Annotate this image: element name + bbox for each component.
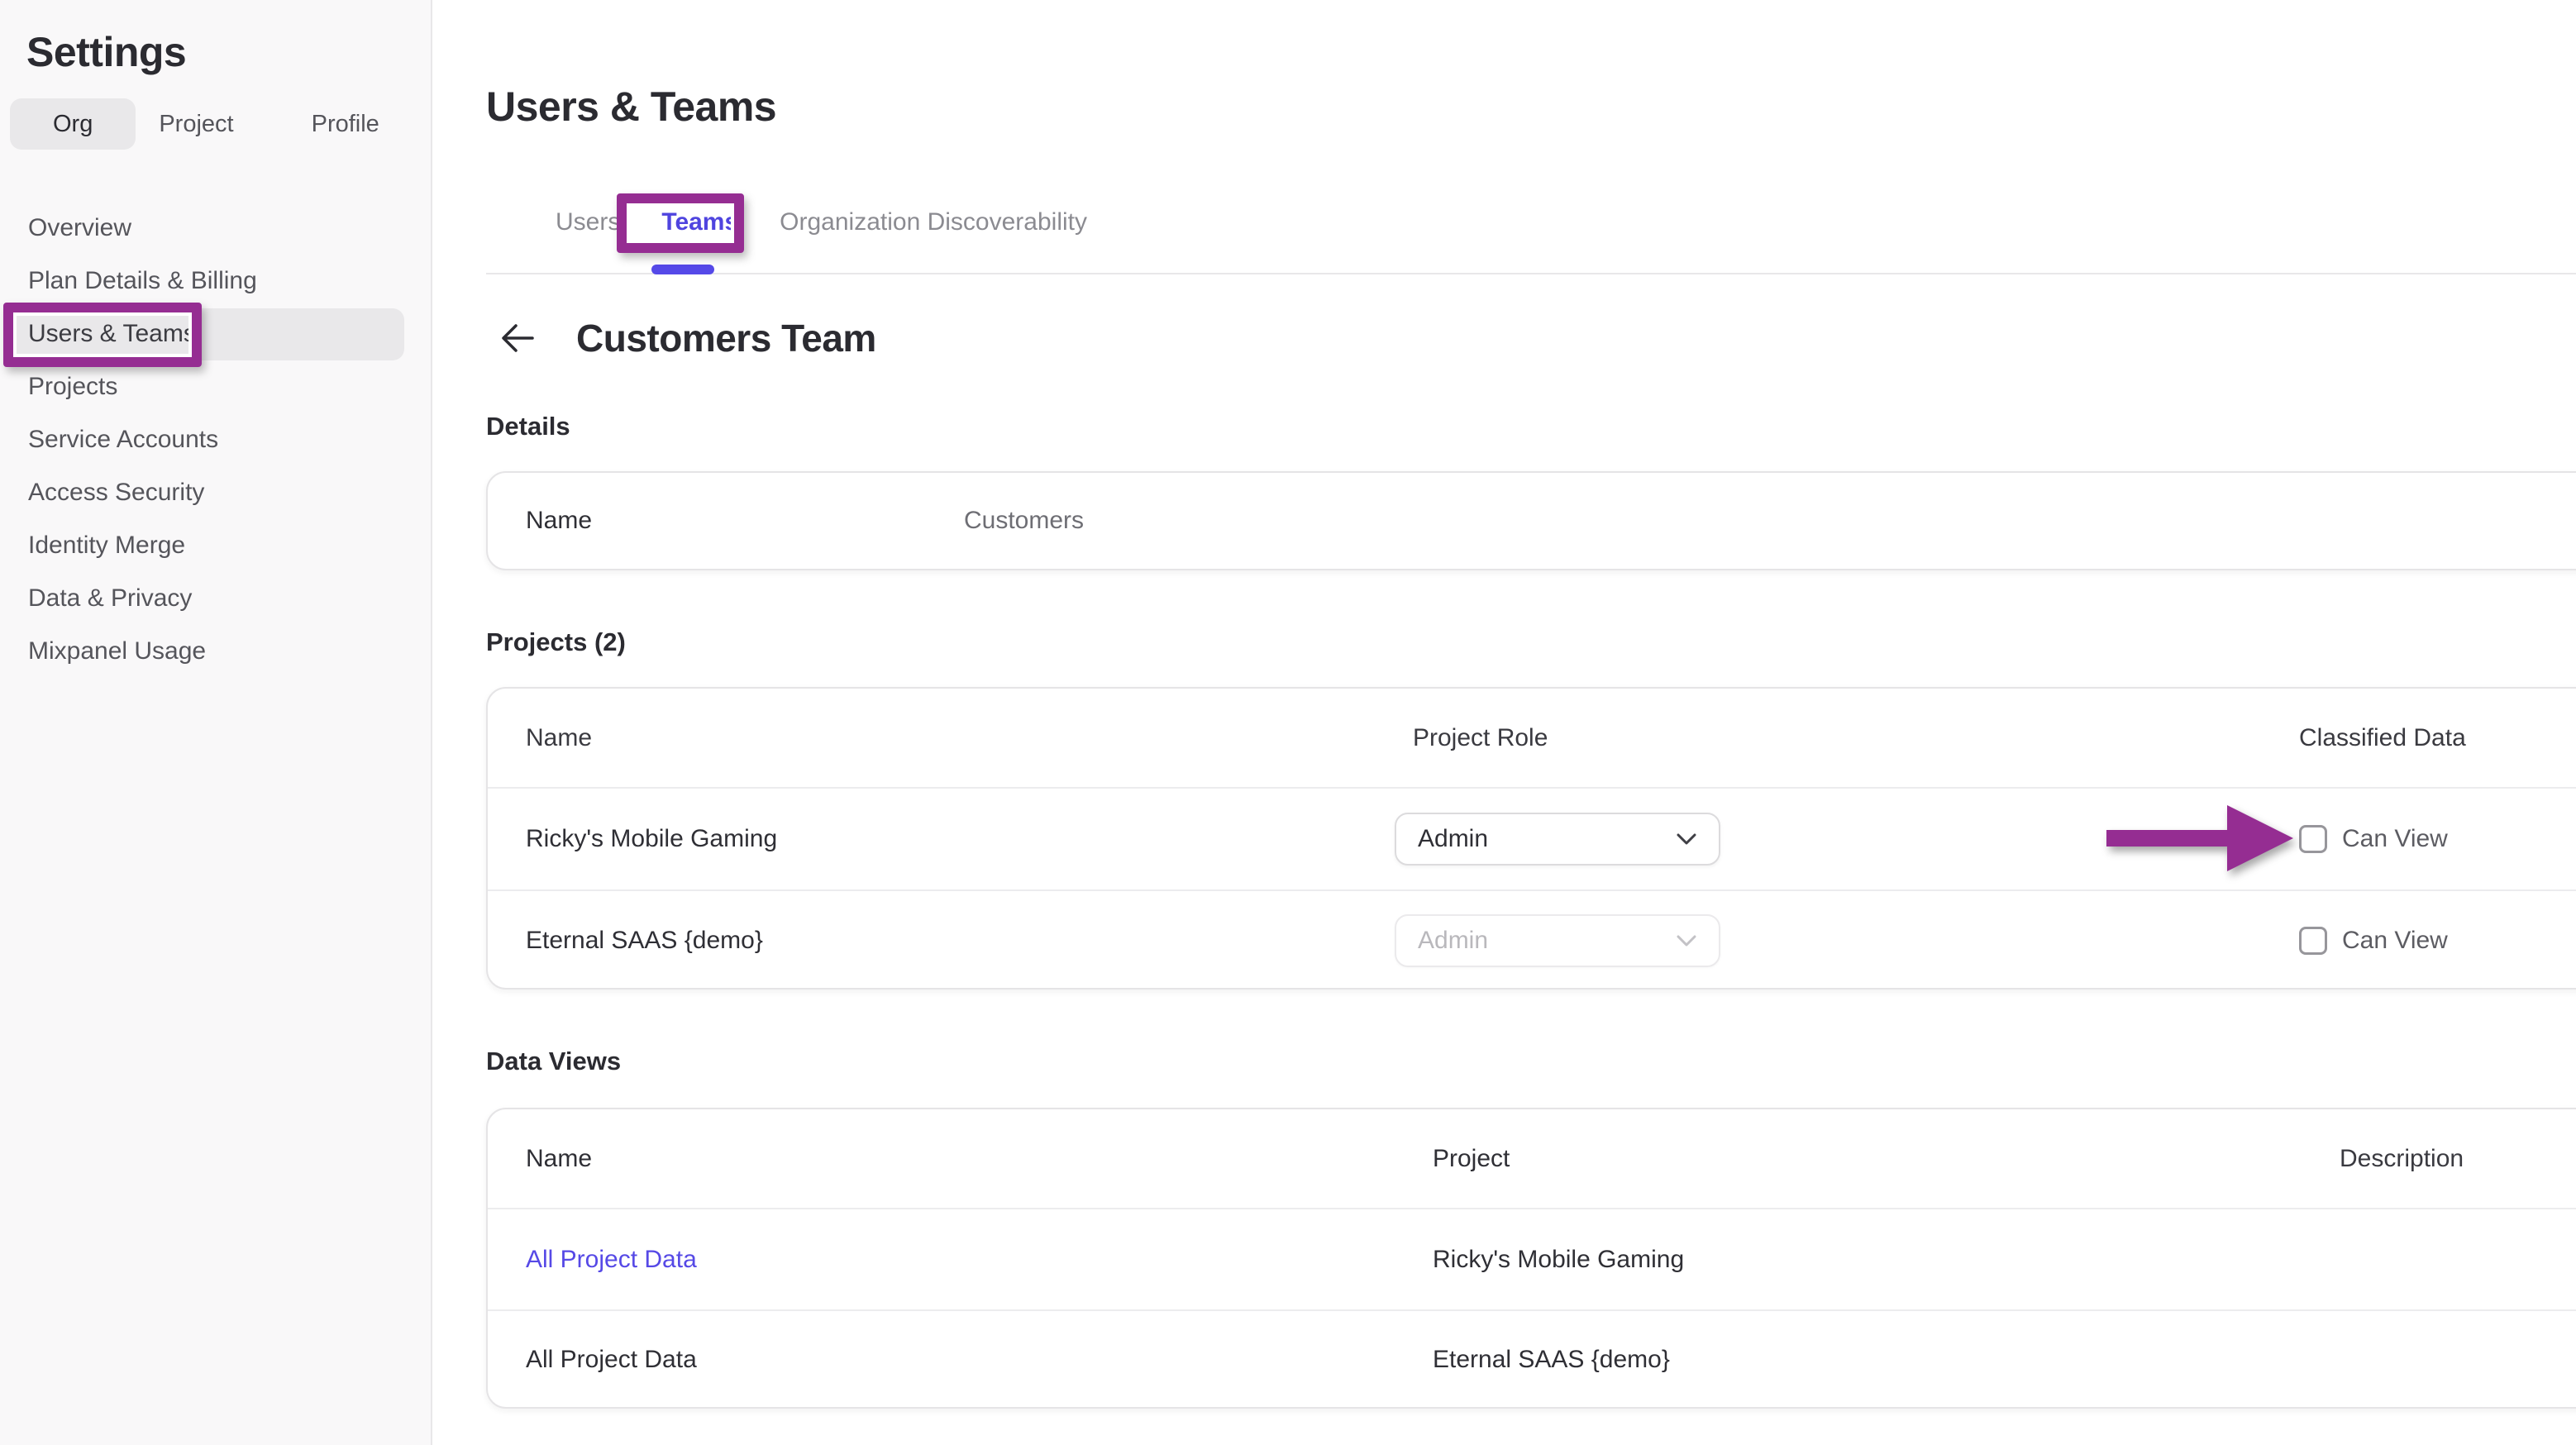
scope-tab-project[interactable]: Project <box>136 98 256 150</box>
col-project-role: Project Role <box>1395 724 1720 752</box>
sidebar-item-users-teams[interactable]: Users & Teams <box>0 308 432 360</box>
sidebar-menu: Overview Plan Details & Billing Users & … <box>0 202 432 678</box>
dropdown-value: Admin <box>1418 927 1488 955</box>
tab-organization-discoverability[interactable]: Organization Discoverability <box>759 208 1108 236</box>
details-card: Name Customers <box>486 471 2576 570</box>
scope-tab-org[interactable]: Org <box>10 98 136 150</box>
can-view-checkbox[interactable] <box>2299 825 2327 853</box>
project-name: Eternal SAAS {demo} <box>526 927 1395 955</box>
page-title: Users & Teams <box>486 83 776 131</box>
tab-users[interactable]: Users <box>535 208 641 236</box>
team-header: Customers Team <box>496 316 876 360</box>
data-view-row-1: All Project Data Ricky's Mobile Gaming <box>488 1209 2576 1309</box>
projects-header-row: Name Project Role Classified Data <box>488 689 2576 787</box>
details-name-value: Customers <box>964 507 1084 535</box>
data-view-row-2: All Project Data Eternal SAAS {demo} <box>488 1311 2576 1409</box>
settings-page: { "sidebar": { "title": "Settings", "tab… <box>0 0 2576 1445</box>
chevron-down-icon <box>1676 934 1697 947</box>
sidebar-item-plan-details-billing[interactable]: Plan Details & Billing <box>0 255 432 308</box>
settings-scope-switcher: Org Project Profile <box>10 98 403 150</box>
project-row-rickys: Ricky's Mobile Gaming Admin Can View <box>488 789 2576 889</box>
active-tab-indicator <box>651 265 714 274</box>
data-views-header-row: Name Project Description <box>488 1109 2576 1208</box>
users-teams-tabs: Users Teams Organization Discoverability <box>486 198 1108 246</box>
sidebar-item-access-security[interactable]: Access Security <box>0 466 432 519</box>
team-title: Customers Team <box>576 316 876 360</box>
sidebar-item-data-privacy[interactable]: Data & Privacy <box>0 572 432 625</box>
sidebar-item-identity-merge[interactable]: Identity Merge <box>0 519 432 572</box>
scope-tab-profile[interactable]: Profile <box>289 98 403 150</box>
data-view-link[interactable]: All Project Data <box>526 1346 1433 1374</box>
sidebar-item-mixpanel-usage[interactable]: Mixpanel Usage <box>0 625 432 678</box>
col-description: Description <box>2340 1145 2464 1173</box>
chevron-down-icon <box>1676 832 1697 846</box>
col-name: Name <box>526 1145 1433 1173</box>
data-views-heading: Data Views <box>486 1047 621 1076</box>
settings-sidebar: Settings Org Project Profile Overview Pl… <box>0 0 432 1445</box>
project-name: Ricky's Mobile Gaming <box>526 825 1395 853</box>
back-button[interactable] <box>496 317 539 360</box>
can-view-label: Can View <box>2342 825 2448 853</box>
tab-teams[interactable]: Teams <box>641 208 759 236</box>
data-view-link[interactable]: All Project Data <box>526 1246 1433 1274</box>
projects-card: Name Project Role Classified Data Ricky'… <box>486 687 2576 990</box>
details-row-name: Name Customers <box>488 473 2576 569</box>
can-view-checkbox[interactable] <box>2299 927 2327 955</box>
details-name-label: Name <box>526 507 964 535</box>
can-view-label: Can View <box>2342 927 2448 955</box>
details-heading: Details <box>486 412 570 441</box>
data-views-card: Name Project Description All Project Dat… <box>486 1108 2576 1409</box>
data-view-project: Ricky's Mobile Gaming <box>1433 1246 2340 1274</box>
project-role-dropdown[interactable]: Admin <box>1395 813 1720 866</box>
arrow-left-icon <box>498 318 537 358</box>
project-row-eternal-saas: Eternal SAAS {demo} Admin Can View <box>488 891 2576 990</box>
sidebar-item-service-accounts[interactable]: Service Accounts <box>0 413 432 466</box>
data-view-project: Eternal SAAS {demo} <box>1433 1346 2340 1374</box>
sidebar-item-overview[interactable]: Overview <box>0 202 432 255</box>
sidebar-item-projects[interactable]: Projects <box>0 360 432 413</box>
project-role-dropdown-disabled: Admin <box>1395 914 1720 967</box>
dropdown-value: Admin <box>1418 825 1488 853</box>
projects-heading: Projects (2) <box>486 627 626 657</box>
col-project: Project <box>1433 1145 2340 1173</box>
col-name: Name <box>526 724 1395 752</box>
col-classified-data: Classified Data <box>2299 724 2466 752</box>
tabs-divider <box>486 273 2576 274</box>
sidebar-title: Settings <box>26 28 186 76</box>
